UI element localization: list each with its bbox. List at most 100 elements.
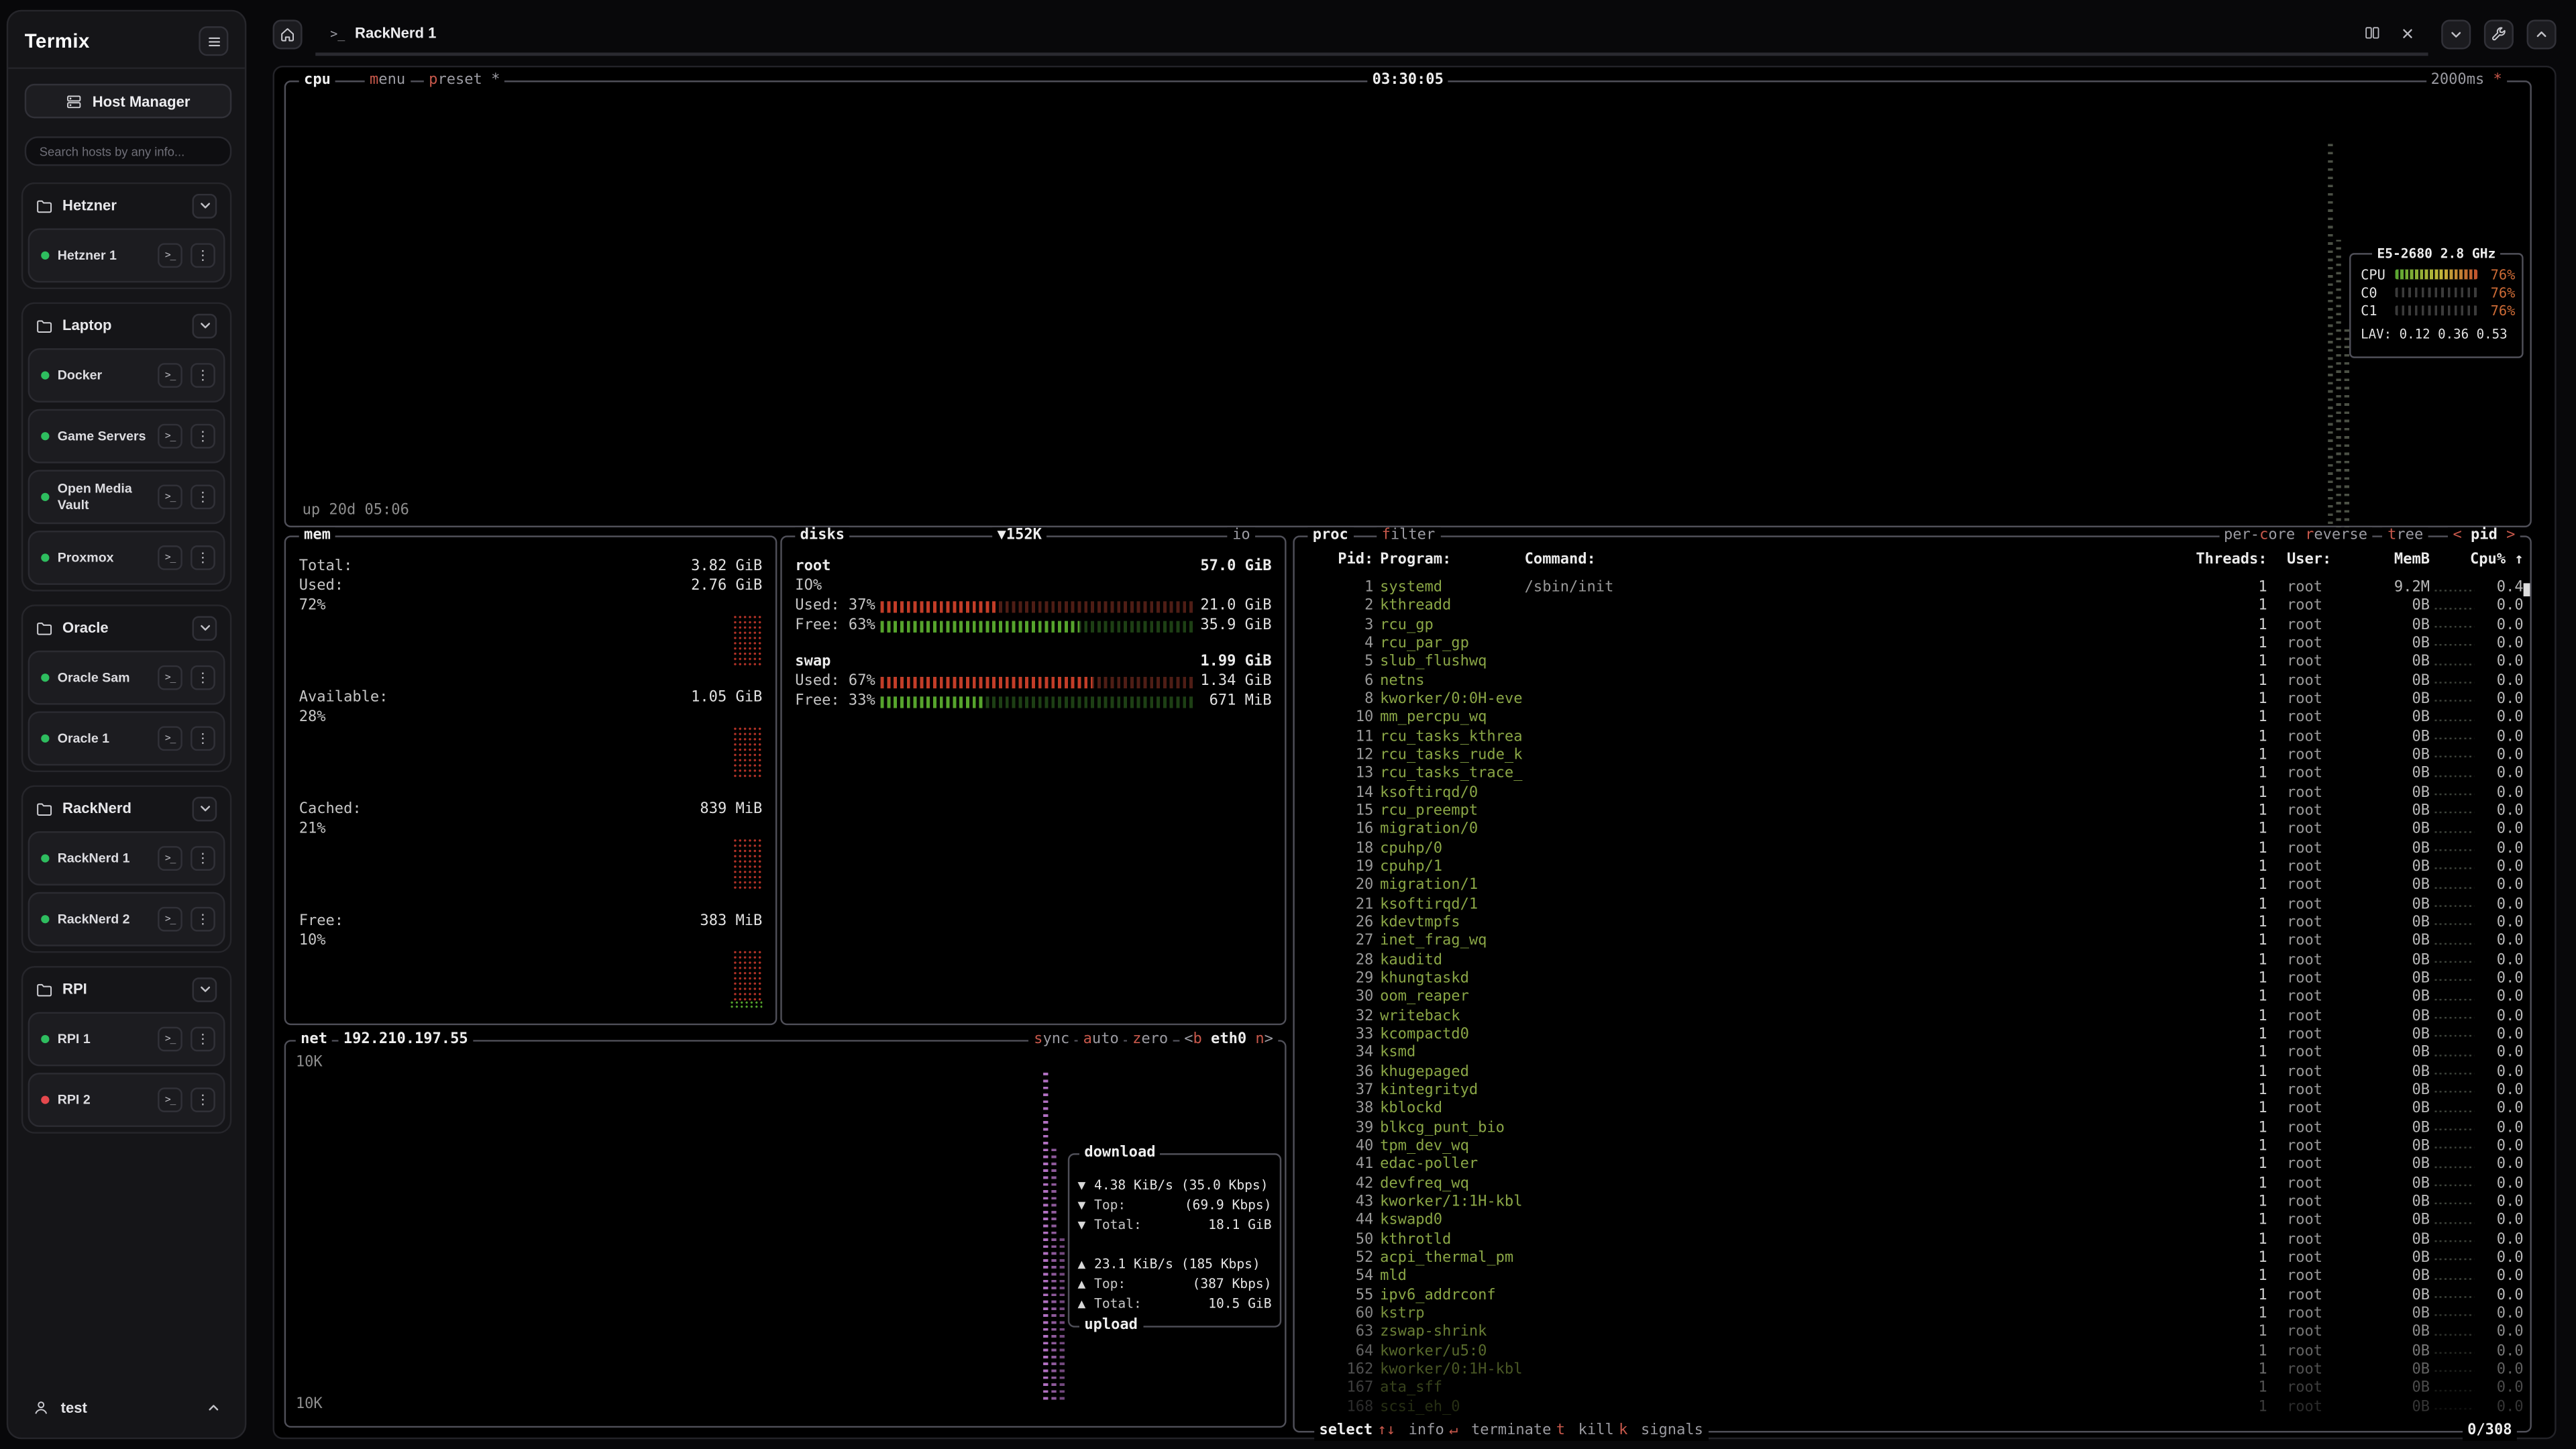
tools-button[interactable]	[2484, 19, 2514, 49]
process-row[interactable]: 32writeback1root0B0.0	[1295, 1008, 2534, 1027]
terminal[interactable]: cpu menu preset * 03:30:05 2000ms * E5-2…	[273, 66, 2557, 1439]
process-row[interactable]: 8kworker/0:0H-eve1root0B0.0	[1295, 692, 2534, 710]
footer-action[interactable]: killk	[1578, 1423, 1628, 1441]
process-row[interactable]: 37kintegrityd1root0B0.0	[1295, 1083, 2534, 1102]
group-collapse-button[interactable]	[193, 615, 217, 640]
group-collapse-button[interactable]	[193, 977, 217, 1002]
process-row[interactable]: 18cpuhp/01root0B0.0	[1295, 841, 2534, 859]
process-row[interactable]: 1systemd/sbin/init1root9.2M0.4	[1295, 580, 2534, 598]
host-item[interactable]: RPI 2>_⋮	[28, 1073, 225, 1127]
user-menu[interactable]: test	[21, 1390, 231, 1426]
process-row[interactable]: 21ksoftirqd/11root0B0.0	[1295, 896, 2534, 915]
host-item[interactable]: Oracle Sam>_⋮	[28, 651, 225, 705]
group-collapse-button[interactable]	[193, 313, 217, 338]
update-interval[interactable]: 2000ms *	[2426, 72, 2507, 91]
sidebar-menu-button[interactable]	[199, 26, 228, 56]
process-row[interactable]: 38kblockd1root0B0.0	[1295, 1101, 2534, 1120]
sync-toggle[interactable]: sync	[1029, 1032, 1075, 1050]
home-button[interactable]	[273, 19, 303, 49]
process-row[interactable]: 15rcu_preempt1root0B0.0	[1295, 803, 2534, 822]
host-menu-button[interactable]: ⋮	[191, 1027, 215, 1052]
preset-button[interactable]: preset *	[424, 72, 505, 91]
host-terminal-button[interactable]: >_	[158, 545, 182, 570]
process-row[interactable]: 11rcu_tasks_kthrea1root0B0.0	[1295, 729, 2534, 747]
host-menu-button[interactable]: ⋮	[191, 424, 215, 449]
panel-expand-button[interactable]	[2527, 19, 2557, 49]
process-row[interactable]: 26kdevtmpfs1root0B0.0	[1295, 915, 2534, 934]
host-menu-button[interactable]: ⋮	[191, 545, 215, 570]
footer-action[interactable]: info↵	[1409, 1423, 1458, 1441]
tab-racknerd-1[interactable]: >_ RackNerd 1	[315, 13, 451, 53]
host-item[interactable]: Docker>_⋮	[28, 348, 225, 402]
process-row[interactable]: 27inet_frag_wq1root0B0.0	[1295, 934, 2534, 953]
process-row[interactable]: 14ksoftirqd/01root0B0.0	[1295, 785, 2534, 804]
host-item[interactable]: Hetzner 1>_⋮	[28, 228, 225, 282]
process-row[interactable]: 50kthrotld1root0B0.0	[1295, 1232, 2534, 1250]
process-row[interactable]: 41edac-poller1root0B0.0	[1295, 1157, 2534, 1176]
menu-button[interactable]: menu	[365, 72, 411, 91]
interface-selector[interactable]: <b eth0 n>	[1179, 1032, 1278, 1050]
host-menu-button[interactable]: ⋮	[191, 363, 215, 388]
host-item[interactable]: Oracle 1>_⋮	[28, 711, 225, 765]
process-row[interactable]: 54mld1root0B0.0	[1295, 1269, 2534, 1287]
process-row[interactable]: 43kworker/1:1H-kbl1root0B0.0	[1295, 1194, 2534, 1213]
auto-toggle[interactable]: auto	[1078, 1032, 1124, 1050]
process-row[interactable]: 36khugepaged1root0B0.0	[1295, 1064, 2534, 1083]
footer-action[interactable]: select↑↓	[1320, 1423, 1396, 1441]
host-terminal-button[interactable]: >_	[158, 1087, 182, 1112]
host-item[interactable]: Proxmox>_⋮	[28, 531, 225, 585]
process-row[interactable]: 13rcu_tasks_trace_1root0B0.0	[1295, 766, 2534, 785]
host-item[interactable]: RPI 1>_⋮	[28, 1012, 225, 1067]
process-row[interactable]: 3rcu_gp1root0B0.0	[1295, 617, 2534, 636]
host-terminal-button[interactable]: >_	[158, 363, 182, 388]
process-row[interactable]: 29khungtaskd1root0B0.0	[1295, 971, 2534, 989]
host-menu-button[interactable]: ⋮	[191, 665, 215, 690]
process-row[interactable]: 60kstrp1root0B0.0	[1295, 1306, 2534, 1325]
process-row[interactable]: 39blkcg_punt_bio1root0B0.0	[1295, 1120, 2534, 1138]
process-row[interactable]: 42devfreq_wq1root0B0.0	[1295, 1175, 2534, 1194]
process-row[interactable]: 33kcompactd01root0B0.0	[1295, 1026, 2534, 1045]
process-row[interactable]: 168scsi_eh_01root0B0.0	[1295, 1399, 2534, 1417]
process-row[interactable]: 40tpm_dev_wq1root0B0.0	[1295, 1138, 2534, 1157]
process-row[interactable]: 30oom_reaper1root0B0.0	[1295, 989, 2534, 1008]
host-menu-button[interactable]: ⋮	[191, 243, 215, 268]
process-row[interactable]: 20migration/11root0B0.0	[1295, 877, 2534, 896]
host-item[interactable]: Open Media Vault>_⋮	[28, 470, 225, 524]
process-row[interactable]: 5slub_flushwq1root0B0.0	[1295, 654, 2534, 673]
process-row[interactable]: 28kauditd1root0B0.0	[1295, 952, 2534, 971]
process-row[interactable]: 6netns1root0B0.0	[1295, 673, 2534, 692]
process-row[interactable]: 34ksmd1root0B0.0	[1295, 1045, 2534, 1064]
host-menu-button[interactable]: ⋮	[191, 726, 215, 751]
close-tab-button[interactable]	[2400, 25, 2415, 40]
process-row[interactable]: 19cpuhp/11root0B0.0	[1295, 859, 2534, 878]
host-terminal-button[interactable]: >_	[158, 726, 182, 751]
host-item[interactable]: Game Servers>_⋮	[28, 409, 225, 464]
process-row[interactable]: 167ata_sff1root0B0.0	[1295, 1381, 2534, 1399]
host-menu-button[interactable]: ⋮	[191, 907, 215, 932]
host-terminal-button[interactable]: >_	[158, 1027, 182, 1052]
host-menu-button[interactable]: ⋮	[191, 1087, 215, 1112]
process-row[interactable]: 162kworker/0:1H-kbl1root0B0.0	[1295, 1362, 2534, 1381]
footer-action[interactable]: terminatet	[1471, 1423, 1565, 1441]
host-terminal-button[interactable]: >_	[158, 424, 182, 449]
host-terminal-button[interactable]: >_	[158, 243, 182, 268]
host-item[interactable]: RackNerd 1>_⋮	[28, 831, 225, 885]
host-terminal-button[interactable]: >_	[158, 846, 182, 871]
host-terminal-button[interactable]: >_	[158, 484, 182, 509]
footer-action[interactable]: signals	[1641, 1423, 1703, 1441]
process-row[interactable]: 64kworker/u5:01root0B0.0	[1295, 1343, 2534, 1362]
process-row[interactable]: 16migration/01root0B0.0	[1295, 822, 2534, 841]
host-menu-button[interactable]: ⋮	[191, 484, 215, 509]
group-collapse-button[interactable]	[193, 796, 217, 821]
host-menu-button[interactable]: ⋮	[191, 846, 215, 871]
process-row[interactable]: 44kswapd01root0B0.0	[1295, 1213, 2534, 1232]
host-manager-button[interactable]: Host Manager	[25, 84, 232, 118]
host-search-input[interactable]	[25, 136, 232, 166]
process-row[interactable]: 2kthreadd1root0B0.0	[1295, 598, 2534, 617]
panel-collapse-button[interactable]	[2441, 19, 2471, 49]
process-row[interactable]: 52acpi_thermal_pm1root0B0.0	[1295, 1250, 2534, 1269]
host-terminal-button[interactable]: >_	[158, 907, 182, 932]
process-row[interactable]: 10mm_percpu_wq1root0B0.0	[1295, 710, 2534, 729]
host-item[interactable]: RackNerd 2>_⋮	[28, 892, 225, 947]
process-row[interactable]: 12rcu_tasks_rude_k1root0B0.0	[1295, 747, 2534, 766]
